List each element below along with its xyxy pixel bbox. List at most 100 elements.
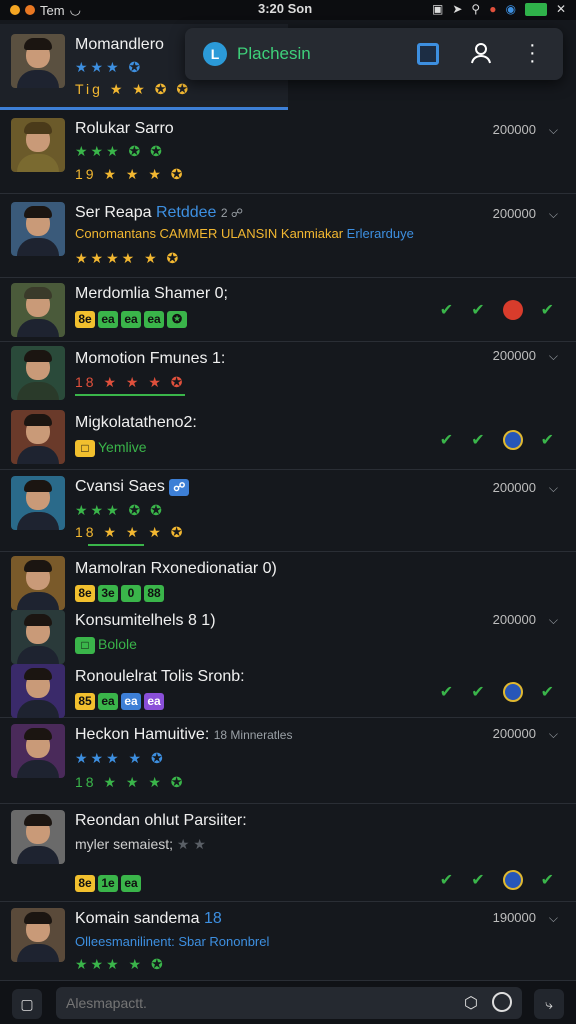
like-icon[interactable]: ✔	[440, 682, 453, 702]
location-icon: ●	[489, 2, 497, 16]
popup-menu: L Plachesin · · ·	[185, 28, 563, 80]
like-icon[interactable]: ✔	[541, 300, 554, 320]
chevron-down-icon[interactable]: ⌵	[549, 727, 558, 742]
like-icon[interactable]: ✔	[440, 300, 453, 320]
item-description: Conomantans CAMMER ULANSIN Kanmiakar	[75, 226, 344, 241]
item-stat: 200000	[492, 726, 536, 741]
chevron-down-icon[interactable]: ⌵	[549, 207, 558, 222]
item-title: Konsumitelhels 8 1)	[75, 612, 216, 629]
item-title: Heckon Hamuitive:	[75, 726, 210, 743]
badge-icon: □	[75, 637, 95, 654]
list-item[interactable]: Migkolatatheno2: □ Yemlive ✔ ✔ ✔	[0, 406, 576, 470]
badge: 8e	[75, 875, 95, 892]
item-stat: 200000	[492, 206, 536, 221]
close-icon[interactable]: ✕	[556, 2, 566, 16]
more-vert-icon[interactable]: · · ·	[529, 35, 536, 71]
rating-stars: ★★★ ★ ✪	[75, 750, 166, 766]
chevron-down-icon[interactable]: ⌵	[549, 349, 558, 364]
avatar	[11, 908, 65, 962]
square-icon[interactable]	[417, 43, 439, 65]
badge: ea	[121, 311, 141, 328]
list-item[interactable]: Heckon Hamuitive: 18 Minneratles 200000 …	[0, 718, 576, 804]
item-title: Merdomlia Shamer 0;	[75, 285, 228, 302]
rating-stars: ★★★ ★ ✪	[75, 956, 166, 972]
like-icon[interactable]: ✔	[541, 430, 554, 450]
badge: ea	[121, 693, 141, 710]
badge: ea	[121, 875, 141, 892]
sticker-icon[interactable]: ⬡	[464, 993, 478, 1013]
chevron-down-icon[interactable]: ⌵	[549, 911, 558, 926]
reaction-icon[interactable]	[502, 682, 523, 702]
item-title: Cvansi Saes	[75, 478, 165, 495]
item-title: Komain sandema	[75, 910, 200, 927]
list-item[interactable]: Komain sandema 18 190000 ⌵ Olleesmanilin…	[0, 902, 576, 980]
item-badges: 85 ea ea ea	[75, 692, 167, 710]
avatar	[11, 610, 65, 664]
item-stat: 200000	[492, 480, 536, 495]
list-item[interactable]: Ronoulelrat Tolis Sronb: 85 ea ea ea ✔ ✔ ✔	[0, 664, 576, 718]
progress-line	[75, 394, 185, 396]
like-icon[interactable]: ✔	[440, 870, 453, 890]
item-badges: 8e ea ea ea ✪	[75, 310, 190, 328]
notification-dot-icon	[10, 5, 20, 15]
like-icon[interactable]: ✔	[471, 870, 484, 890]
like-icon[interactable]: ✔	[541, 682, 554, 702]
pin-icon: ⚲	[471, 2, 481, 16]
item-meta: 18 Minneratles	[213, 728, 293, 742]
like-icon[interactable]: ✔	[471, 430, 484, 450]
badge: 3e	[98, 585, 118, 602]
item-meta: 18 ★ ★ ★ ✪	[75, 524, 186, 540]
like-icon[interactable]: ✔	[471, 682, 484, 702]
popup-label[interactable]: Plachesin	[237, 44, 311, 64]
badge: 1e	[98, 875, 118, 892]
list-item[interactable]: Rolukar Sarro 200000 ⌵ ★★★ ✪ ✪ 19 ★ ★ ★ …	[0, 110, 576, 194]
bottom-bar: ▢ ⬡ ⤷	[0, 980, 576, 1024]
chevron-down-icon[interactable]: ⌵	[549, 481, 558, 496]
user-icon[interactable]	[469, 41, 493, 70]
status-time: 3:20 Son	[258, 1, 313, 16]
item-meta: 19 ★ ★ ★ ✪	[75, 166, 186, 182]
like-icon[interactable]: ✔	[440, 430, 453, 450]
avatar	[11, 410, 65, 464]
status-text: Yemlive	[98, 439, 147, 455]
avatar	[11, 202, 65, 256]
list-item[interactable]: Ser Reapa Retddee 2 ☍ 200000 ⌵ Conomanta…	[0, 194, 576, 278]
badge: 8e	[75, 311, 95, 328]
item-tag: Retddee	[155, 204, 217, 221]
badge: ea	[144, 693, 164, 710]
rating-stars: ★★★★ ★ ✪	[75, 250, 182, 266]
like-icon[interactable]: ✔	[471, 300, 484, 320]
row-actions: ✔ ✔ ✔	[440, 430, 554, 450]
block-icon[interactable]	[502, 300, 523, 320]
item-title: Mamolran Rxonedionatiar 0)	[75, 560, 277, 577]
camera-button[interactable]: ▢	[12, 989, 42, 1019]
reaction-icon[interactable]	[502, 870, 523, 890]
list-item[interactable]: Reondan ohlut Parsiiter: myler semaiest;…	[0, 804, 576, 902]
item-description: myler semaiest;	[75, 836, 174, 852]
item-description-link[interactable]: Erlerarduye	[347, 226, 414, 241]
message-input[interactable]	[56, 987, 436, 1019]
list-item[interactable]: Cvansi Saes ☍ 200000 ⌵ ★★★ ✪ ✪ 18 ★ ★ ★ …	[0, 470, 576, 552]
item-title: Momandlero	[75, 36, 164, 53]
list-item[interactable]: Mamolran Rxonedionatiar 0) 8e 3e 0 88	[0, 552, 576, 610]
like-icon[interactable]: ✔	[541, 870, 554, 890]
rating-stars: 18 ★ ★ ★ ✪	[75, 374, 186, 390]
send-button[interactable]: ⤷	[534, 989, 564, 1019]
avatar	[11, 556, 65, 610]
item-title: Rolukar Sarro	[75, 120, 174, 137]
badge: 8e	[75, 585, 95, 602]
status-app-name: Tem	[40, 2, 65, 18]
rating-stars: ★ ★	[176, 836, 206, 852]
reaction-icon[interactable]	[502, 430, 523, 450]
send-icon: ➤	[452, 2, 463, 16]
avatar	[11, 283, 65, 337]
list-item[interactable]: Konsumitelhels 8 1) 200000 ⌵ □ Bolole	[0, 608, 576, 664]
emoji-icon[interactable]	[492, 992, 512, 1012]
item-meta: 18 ★ ★ ★ ✪	[75, 774, 186, 790]
badge-icon: □	[75, 440, 95, 457]
list-item[interactable]: Merdomlia Shamer 0; 8e ea ea ea ✪ ✔ ✔ ✔	[0, 278, 576, 342]
app-logo-icon: L	[203, 42, 227, 66]
chevron-down-icon[interactable]: ⌵	[549, 123, 558, 138]
chevron-down-icon[interactable]: ⌵	[549, 613, 558, 628]
list-item[interactable]: Momotion Fmunes 1: 200000 ⌵ 18 ★ ★ ★ ✪	[0, 342, 576, 406]
